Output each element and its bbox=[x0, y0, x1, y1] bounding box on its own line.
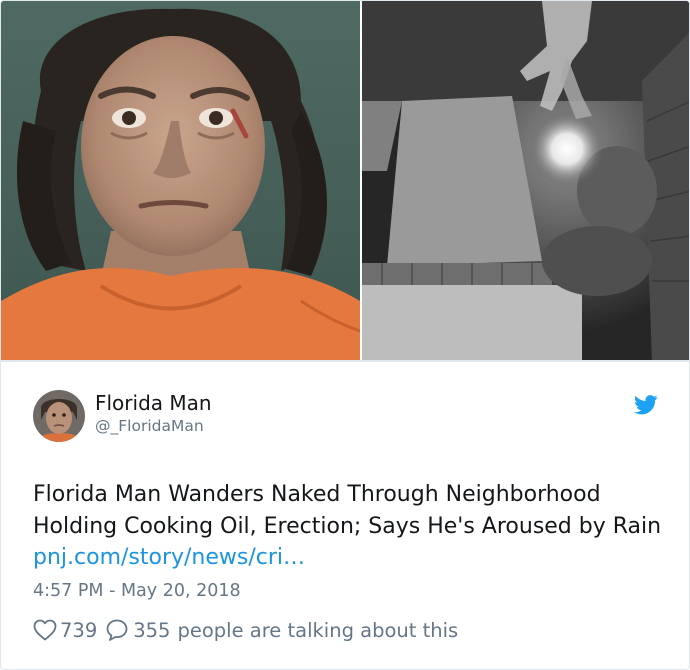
media-border bbox=[1, 360, 689, 362]
tweet-body: Florida Man Wanders Naked Through Neighb… bbox=[33, 482, 662, 539]
tweet-timestamp[interactable]: 4:57 PM - May 20, 2018 bbox=[33, 581, 241, 601]
tweet-card: Florida Man @_FloridaMan Florida Man Wan… bbox=[0, 0, 690, 670]
author-name[interactable]: Florida Man bbox=[95, 391, 212, 415]
mugshot-photo[interactable] bbox=[1, 1, 360, 362]
security-camera-photo[interactable] bbox=[362, 1, 689, 362]
heart-icon bbox=[33, 619, 57, 641]
tweet-actions: 739 355 people are talking about this bbox=[33, 615, 458, 645]
like-count: 739 bbox=[60, 618, 98, 642]
like-button[interactable]: 739 bbox=[33, 619, 105, 642]
reply-button[interactable]: 355 bbox=[105, 618, 170, 642]
tweet-media bbox=[1, 1, 689, 362]
reply-count: 355 bbox=[133, 618, 171, 642]
speech-bubble-icon bbox=[105, 618, 129, 642]
florida-man-avatar[interactable] bbox=[33, 390, 85, 442]
twitter-bird-icon[interactable] bbox=[634, 394, 658, 416]
tweet-text: Florida Man Wanders Naked Through Neighb… bbox=[33, 479, 663, 574]
tweet-link[interactable]: pnj.com/story/news/cri… bbox=[33, 545, 305, 570]
talking-about-link[interactable]: people are talking about this bbox=[177, 619, 458, 642]
author-handle[interactable]: @_FloridaMan bbox=[95, 417, 204, 435]
